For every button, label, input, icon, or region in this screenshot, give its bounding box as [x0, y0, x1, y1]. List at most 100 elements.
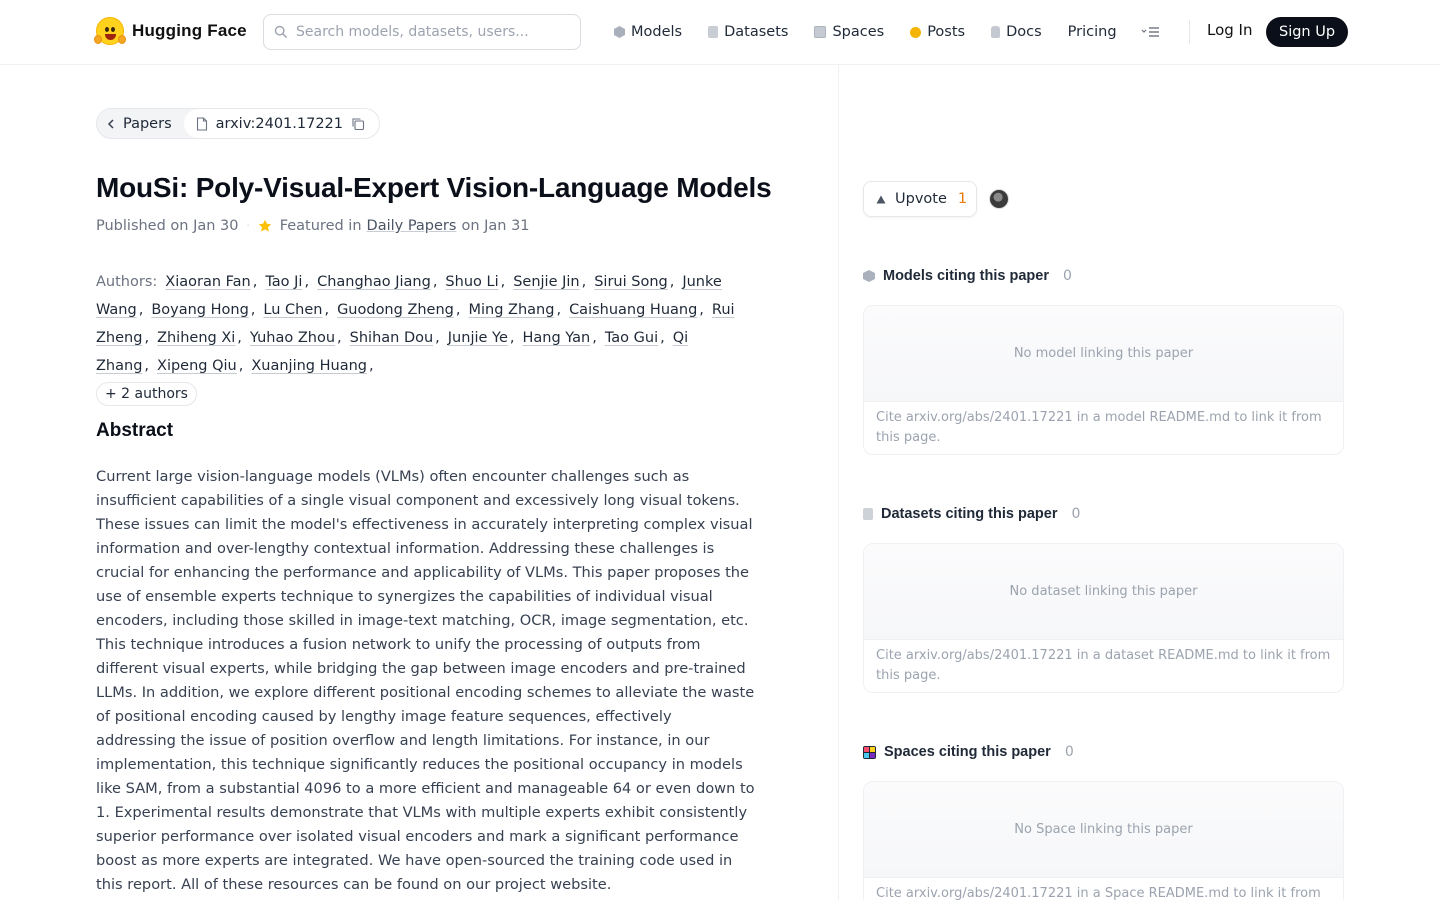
author-separator: ,: [337, 330, 342, 346]
datasets-citing-count: 0: [1071, 506, 1081, 522]
nav-spaces[interactable]: Spaces: [814, 24, 884, 40]
author-separator: ,: [250, 302, 256, 318]
arxiv-id: arxiv:2401.17221: [215, 115, 344, 132]
document-icon: [196, 116, 207, 131]
nav-spaces-label: Spaces: [832, 24, 885, 40]
author-link[interactable]: Shuo Li: [445, 274, 498, 290]
nav-posts[interactable]: Posts: [910, 24, 965, 40]
upvote-arrow-icon: [876, 195, 886, 203]
author-separator: ,: [435, 330, 440, 346]
models-citing-header: Models citing this paper 0: [863, 268, 1072, 284]
paper-title: MouSi: Poly-Visual-Expert Vision-Languag…: [96, 172, 772, 203]
author-separator: ,: [669, 274, 675, 290]
author-link[interactable]: Xipeng Qiu: [157, 358, 237, 374]
search-box[interactable]: [263, 14, 581, 50]
paper-meta: Published on Jan 30 · Featured in Daily …: [96, 218, 530, 234]
author-link[interactable]: Zhiheng Xi: [157, 330, 235, 346]
nav-divider: [1189, 20, 1190, 44]
abstract-heading: Abstract: [96, 420, 174, 441]
spaces-icon: [863, 745, 876, 759]
nav-models[interactable]: Models: [614, 24, 682, 40]
datasets-citing-card: No dataset linking this paper Cite arxiv…: [863, 543, 1344, 693]
author-separator: ,: [238, 358, 244, 374]
datasets-empty-state: No dataset linking this paper: [864, 544, 1343, 640]
nav-docs-label: Docs: [1006, 24, 1042, 40]
abstract-text: Current large vision-language models (VL…: [96, 468, 755, 893]
author-separator: ,: [237, 330, 242, 346]
author-separator: ,: [660, 330, 665, 346]
back-label: Papers: [123, 115, 172, 132]
author-link[interactable]: Changhao Jiang: [317, 274, 431, 290]
datasets-icon: [863, 508, 873, 520]
author-link[interactable]: Shihan Dou: [350, 330, 434, 346]
upvote-button[interactable]: Upvote 1: [863, 181, 977, 217]
brand-name: Hugging Face: [132, 21, 247, 40]
upvote-count: 1: [957, 191, 968, 207]
author-link[interactable]: Ming Zhang: [469, 302, 555, 318]
nav-models-label: Models: [631, 24, 683, 40]
copy-icon[interactable]: [351, 117, 365, 131]
datasets-cite-hint: Cite arxiv.org/abs/2401.17221 in a datas…: [876, 648, 1331, 683]
nav-docs[interactable]: Docs: [991, 24, 1042, 40]
login-link[interactable]: Log In: [1207, 21, 1253, 39]
daily-papers-link[interactable]: Daily Papers: [367, 218, 457, 234]
meta-separator: ·: [246, 220, 250, 232]
chevron-left-icon: [107, 118, 114, 129]
author-separator: ,: [500, 274, 506, 290]
nav-datasets[interactable]: Datasets: [708, 24, 788, 40]
authors-label: Authors:: [96, 274, 158, 290]
author-link[interactable]: Hang Yan: [523, 330, 591, 346]
author-link[interactable]: Sirui Song: [594, 274, 668, 290]
arxiv-id-chip[interactable]: arxiv:2401.17221: [183, 109, 380, 138]
author-link[interactable]: Junjie Ye: [448, 330, 508, 346]
docs-icon: [991, 26, 1001, 38]
nav-pricing-label: Pricing: [1067, 24, 1117, 40]
author-separator: ,: [432, 274, 438, 290]
models-citing-count: 0: [1062, 268, 1072, 284]
author-link[interactable]: Caishuang Huang: [569, 302, 697, 318]
featured-prefix: Featured in: [279, 218, 362, 234]
home-logo-link[interactable]: Hugging Face: [94, 17, 247, 45]
spaces-empty-state: No Space linking this paper: [864, 782, 1343, 878]
back-to-papers-link[interactable]: Papers: [97, 109, 184, 138]
top-nav-bar: Hugging Face Models Datasets Spaces Post…: [0, 0, 1440, 65]
more-menu-icon[interactable]: [1141, 25, 1161, 39]
author-separator: ,: [699, 302, 704, 318]
author-link[interactable]: Yuhao Zhou: [250, 330, 335, 346]
author-separator: ,: [138, 302, 144, 318]
author-link[interactable]: Lu Chen: [263, 302, 322, 318]
nav-datasets-label: Datasets: [724, 24, 789, 40]
search-input[interactable]: [296, 24, 566, 40]
author-link[interactable]: Boyang Hong: [151, 302, 248, 318]
datasets-icon: [708, 26, 719, 38]
breadcrumb: Papers arxiv:2401.17221: [96, 108, 381, 139]
spaces-cite-hint: Cite arxiv.org/abs/2401.17221 in a Space…: [876, 886, 1321, 900]
author-separator: ,: [556, 302, 562, 318]
star-icon: [258, 219, 271, 232]
nav-posts-label: Posts: [927, 24, 966, 40]
column-divider: [838, 65, 839, 900]
signup-button[interactable]: Sign Up: [1266, 17, 1349, 47]
models-icon: [863, 270, 875, 282]
author-link[interactable]: Guodong Zheng: [337, 302, 454, 318]
spaces-icon: [814, 26, 827, 38]
author-link[interactable]: Tao Ji: [265, 274, 302, 290]
datasets-citing-title: Datasets citing this paper: [881, 506, 1058, 522]
upvote-label: Upvote: [895, 191, 947, 207]
author-link[interactable]: Senjie Jin: [513, 274, 579, 290]
author-separator: ,: [369, 358, 374, 374]
hugging-face-logo-icon: [94, 17, 126, 45]
search-icon: [274, 25, 287, 38]
upvoter-avatar[interactable]: [989, 189, 1009, 209]
author-separator: ,: [144, 358, 150, 374]
spaces-citing-card: No Space linking this paper Cite arxiv.o…: [863, 781, 1344, 900]
spaces-citing-count: 0: [1064, 744, 1074, 760]
datasets-citing-header: Datasets citing this paper 0: [863, 506, 1080, 522]
featured-suffix: on Jan 31: [461, 218, 530, 234]
author-link[interactable]: Xiaoran Fan: [165, 274, 250, 290]
author-link[interactable]: Xuanjing Huang: [251, 358, 367, 374]
author-separator: ,: [509, 330, 515, 346]
more-authors-button[interactable]: + 2 authors: [96, 382, 197, 406]
nav-pricing[interactable]: Pricing: [1068, 24, 1117, 40]
author-link[interactable]: Tao Gui: [605, 330, 658, 346]
